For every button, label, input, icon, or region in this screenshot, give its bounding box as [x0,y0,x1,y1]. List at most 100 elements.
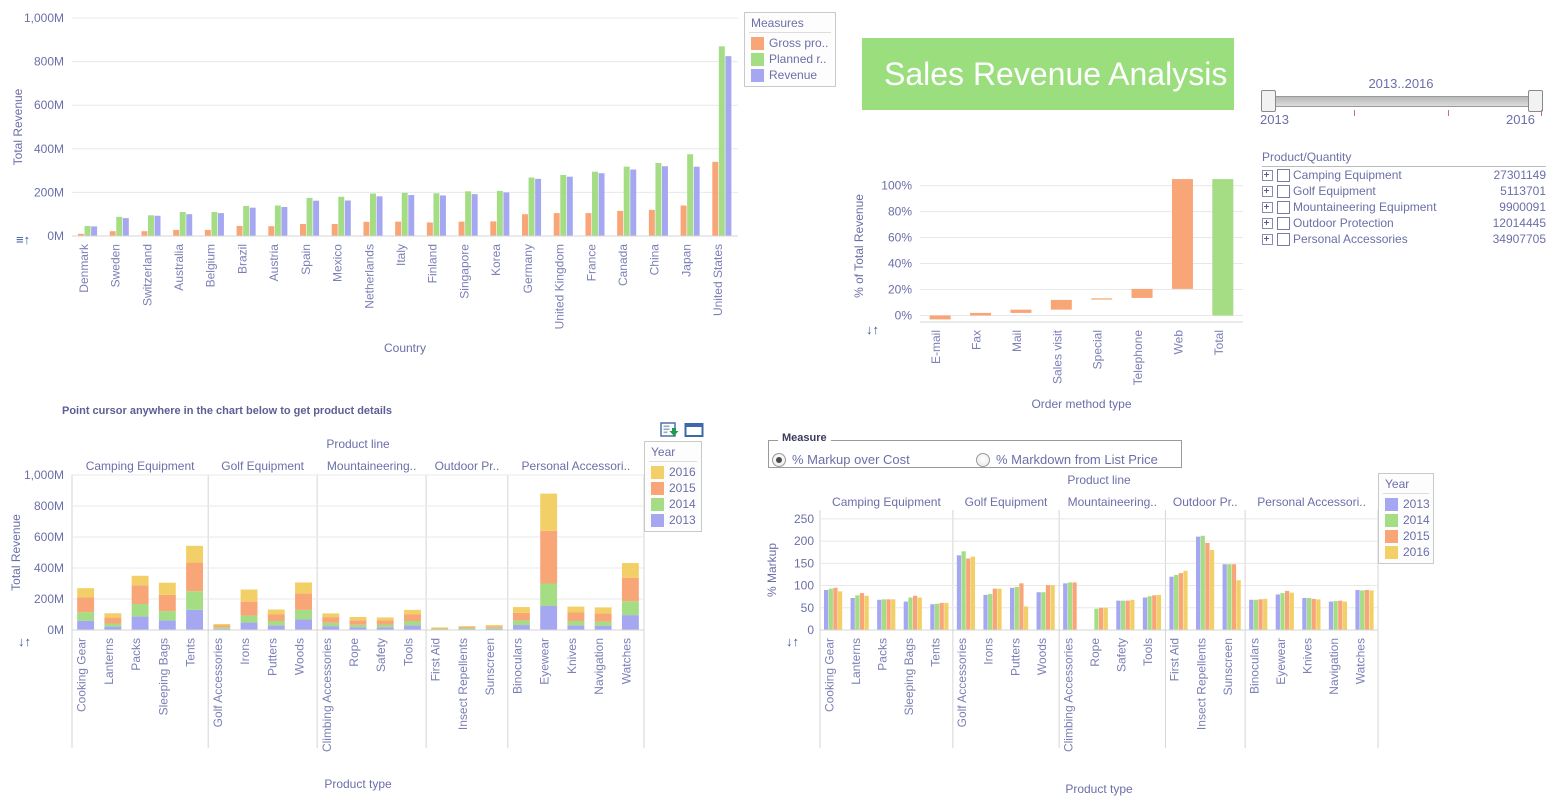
svg-text:Safety: Safety [1115,638,1129,672]
svg-text:Spain: Spain [299,244,313,275]
svg-text:Woods: Woods [293,638,307,675]
expand-icon[interactable] [1262,201,1273,213]
year-range-slider[interactable]: 2013..2016 2013 2016 [1258,76,1544,127]
radio-markup-over-cost[interactable]: % Markup over Cost [772,452,910,467]
svg-text:20%: 20% [888,283,912,297]
checkbox[interactable] [1277,184,1290,198]
checkbox[interactable] [1277,200,1290,214]
legend-swatch-planned-revenue [751,52,764,66]
svg-text:Watches: Watches [619,638,633,684]
slider-track[interactable] [1266,96,1538,107]
year-range-caption: 2013..2016 [1368,76,1434,91]
svg-text:0M: 0M [47,623,64,637]
legend-label-2015: 2015 [1403,529,1430,543]
expand-icon[interactable] [1262,185,1273,197]
svg-text:Switzerland: Switzerland [140,244,154,306]
radio-markdown-from-list-price[interactable]: % Markdown from List Price [976,452,1158,467]
legend-swatch-revenue [751,68,764,82]
legend-item-planned-revenue[interactable]: Planned r.. [749,51,831,67]
svg-text:Singapore: Singapore [457,244,471,299]
year-legend-chart4[interactable]: Year 2013 2014 2015 2016 [1378,473,1434,564]
checkbox[interactable] [1277,232,1290,246]
expand-icon[interactable] [1262,217,1273,229]
svg-text:Woods: Woods [1035,638,1049,675]
sort-icon-chart3[interactable]: ↓↑ [18,634,31,649]
svg-text:Sunscreen: Sunscreen [1221,638,1235,695]
expand-icon[interactable] [1262,233,1273,245]
markup-by-product-type-chart[interactable]: Product line Camping Equipment Golf Equipm… [760,468,1380,803]
svg-text:Personal Accessori..: Personal Accessori.. [1257,495,1366,509]
svg-text:Tents: Tents [929,638,943,667]
sort-icon-chart2[interactable]: ↓↑ [866,322,879,337]
product-name: Camping Equipment [1293,168,1402,182]
radio-button-icon[interactable] [976,452,990,467]
window-icon[interactable] [684,422,704,438]
legend-item-2013[interactable]: 2013 [649,512,697,528]
product-quantity-row-2[interactable]: Mountaineering Equipment 9900091 [1262,199,1546,215]
measures-legend[interactable]: Measures Gross pro.. Planned r.. Revenue [744,12,836,87]
legend-item-2016[interactable]: 2016 [649,464,697,480]
legend-label-2015: 2015 [669,481,696,495]
product-quantity-row-0[interactable]: Camping Equipment 27301149 [1262,167,1546,183]
revenue-by-country-chart[interactable]: 0M 200M 400M 600M 800M 1,000M Total Revenue Den… [0,0,845,370]
slider-handle-max[interactable] [1528,90,1543,112]
svg-text:Lanterns: Lanterns [102,638,116,685]
legend-item-revenue[interactable]: Revenue [749,67,831,83]
svg-text:400M: 400M [34,142,64,156]
svg-text:Outdoor Pr..: Outdoor Pr.. [435,459,500,473]
svg-text:Australia: Australia [172,244,186,291]
sort-icon-chart4[interactable]: ↓↑ [786,634,799,649]
revenue-by-product-type-svg: Product line Camping Equipment Golf Equipm… [9,437,645,791]
revenue-by-product-type-chart[interactable]: Product line Camping Equipment Golf Equipm… [0,430,700,803]
order-method-chart[interactable]: 0% 20% 40% 60% 80% 100% % of Total Revenue E-ma… [845,160,1255,420]
product-quantity-row-1[interactable]: Golf Equipment 5113701 [1262,183,1546,199]
legend-label-2013: 2013 [669,513,696,527]
svg-text:Country: Country [384,341,426,355]
checkbox[interactable] [1277,216,1290,230]
legend-item-2015[interactable]: 2015 [649,480,697,496]
measure-legend-label: Measure [778,432,831,444]
slider-min-label: 2013 [1260,112,1289,127]
legend-item-2013[interactable]: 2013 [1383,496,1430,512]
legend-item-2014[interactable]: 2014 [1383,512,1430,528]
year-legend-chart3[interactable]: Year 2016 2015 2014 2013 [644,441,702,532]
svg-text:Fax: Fax [970,330,984,350]
svg-text:200M: 200M [34,185,64,199]
svg-text:Binoculars: Binoculars [1247,638,1261,694]
svg-text:Lanterns: Lanterns [849,638,863,685]
legend-item-gross-profit[interactable]: Gross pro.. [749,35,831,51]
product-quantity-row-4[interactable]: Personal Accessories 34907705 [1262,231,1546,247]
export-icon[interactable] [660,422,680,438]
year-legend-title-chart3: Year [649,444,697,462]
svg-text:Knives: Knives [1301,638,1315,674]
svg-text:Climbing Accessories: Climbing Accessories [1061,638,1075,752]
svg-text:China: China [648,244,662,276]
product-quantity-panel[interactable]: Product/Quantity Camping Equipment 27301… [1262,150,1546,247]
svg-text:Insect Repellents: Insect Repellents [1194,638,1208,730]
legend-item-2016[interactable]: 2016 [1383,544,1430,560]
sort-icon-chart1[interactable]: ≡↑ [16,232,30,247]
expand-icon[interactable] [1262,169,1273,181]
svg-text:Korea: Korea [489,244,503,276]
svg-text:0M: 0M [47,229,64,243]
checkbox[interactable] [1277,168,1290,182]
svg-text:First Aid: First Aid [1168,638,1182,681]
svg-text:Golf Accessories: Golf Accessories [955,638,969,727]
legend-item-2014[interactable]: 2014 [649,496,697,512]
chart3-toolbar[interactable] [660,422,704,438]
product-quantity-row-3[interactable]: Outdoor Protection 12014445 [1262,215,1546,231]
dashboard-title-banner: Sales Revenue Analysis [862,38,1234,110]
svg-text:Golf Accessories: Golf Accessories [211,638,225,727]
svg-text:Sales visit: Sales visit [1050,329,1064,384]
svg-text:400M: 400M [34,561,64,575]
legend-swatch-2016 [651,465,664,479]
svg-text:Product type: Product type [1065,782,1133,796]
legend-label-2016: 2016 [1403,545,1430,559]
slider-handle-min[interactable] [1261,90,1276,112]
svg-text:Navigation: Navigation [1327,638,1341,695]
svg-text:800M: 800M [34,55,64,69]
svg-text:Belgium: Belgium [204,244,218,287]
measures-legend-title: Measures [749,15,831,33]
radio-button-icon[interactable] [772,452,786,467]
legend-item-2015[interactable]: 2015 [1383,528,1430,544]
